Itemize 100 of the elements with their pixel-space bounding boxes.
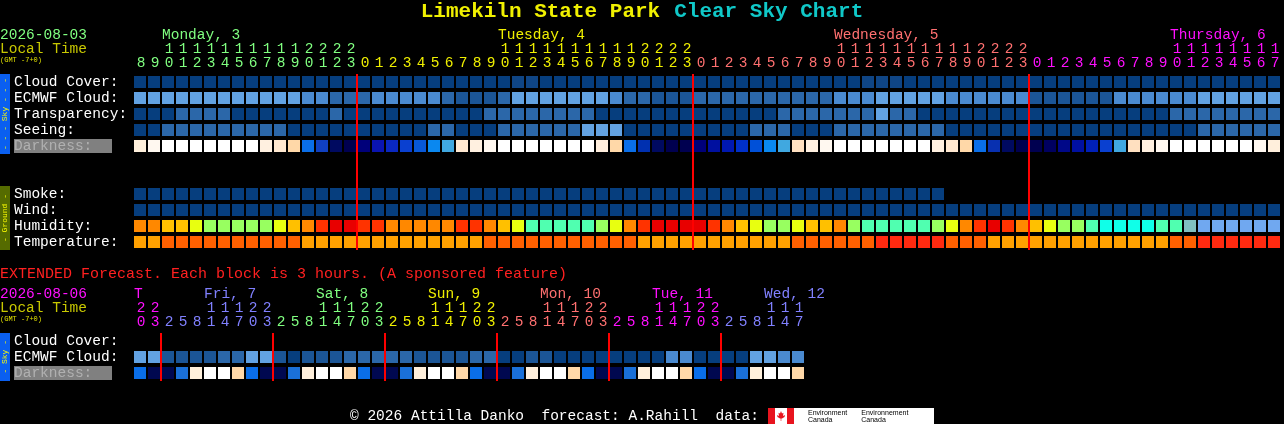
hour-units-digit: 8 (472, 55, 482, 71)
hour-tens-digit: 1 (528, 41, 538, 57)
hour-units-digit: 3 (542, 55, 552, 71)
hour-tens-digit: 2 (640, 41, 650, 57)
location-title: Limekiln State Park (420, 0, 661, 24)
hour-units-digit: 1 (206, 314, 216, 330)
hour-units-digit: 8 (808, 55, 818, 71)
day-label: Wed, 12 (764, 287, 825, 301)
hour-tens-digit: 1 (626, 41, 636, 57)
hour-tens-digit: 1 (570, 41, 580, 57)
hour-units-digit: 8 (416, 314, 426, 330)
hour-tens-digit: 1 (878, 41, 888, 57)
hour-tens-digit: 1 (542, 300, 552, 316)
hour-units-digit: 4 (416, 55, 426, 71)
hour-tens-digit: 1 (584, 41, 594, 57)
hour-units-digit: 9 (290, 55, 300, 71)
hour-tens-digit: 2 (374, 300, 384, 316)
hour-tens-digit: 1 (514, 41, 524, 57)
hour-tens-digit: 1 (1228, 41, 1238, 57)
hour-units-digit: 0 (584, 314, 594, 330)
hour-tens-digit: 2 (598, 300, 608, 316)
hour-units-digit: 1 (514, 55, 524, 71)
hour-tens-digit: 1 (1200, 41, 1210, 57)
sidebar-label: - - - Sky - - - (0, 78, 10, 150)
hour-tens-digit: 1 (556, 300, 566, 316)
hour-units-digit: 0 (360, 314, 370, 330)
row-label: Temperature: (14, 234, 119, 250)
hour-tens-digit: 1 (192, 41, 202, 57)
hour-tens-digit: 1 (682, 300, 692, 316)
hour-tens-digit: 1 (262, 41, 272, 57)
hour-units-digit: 8 (304, 314, 314, 330)
hour-tens-digit: 1 (1186, 41, 1196, 57)
hour-units-digit: 8 (528, 314, 538, 330)
hour-units-digit: 5 (514, 314, 524, 330)
hour-units-digit: 4 (444, 314, 454, 330)
hour-tens-digit: 1 (654, 300, 664, 316)
hour-units-digit: 5 (430, 55, 440, 71)
hour-units-digit: 6 (248, 55, 258, 71)
hour-tens-digit: 2 (360, 300, 370, 316)
date-label: 2026-08-06 (0, 287, 88, 301)
hour-units-digit: 0 (696, 55, 706, 71)
hour-units-digit: 5 (402, 314, 412, 330)
hour-units-digit: 4 (668, 314, 678, 330)
hour-tens-digit: 1 (332, 300, 342, 316)
hour-units-digit: 7 (598, 55, 608, 71)
hour-tens-digit: 1 (206, 300, 216, 316)
day-label: Thursday, 6 (1170, 28, 1266, 42)
row-label: Humidity: (14, 218, 93, 234)
hour-tens-digit: 1 (962, 41, 972, 57)
chart-title: Clear Sky Chart (674, 0, 864, 24)
hour-units-digit: 8 (612, 55, 622, 71)
hour-tens-digit: 1 (220, 300, 230, 316)
hour-tens-digit: 1 (1172, 41, 1182, 57)
hour-tens-digit: 1 (570, 300, 580, 316)
hour-tens-digit: 1 (668, 300, 678, 316)
hour-units-digit: 2 (388, 55, 398, 71)
hour-tens-digit: 1 (1256, 41, 1266, 57)
hour-units-digit: 0 (164, 55, 174, 71)
hour-units-digit: 0 (136, 314, 146, 330)
hour-units-digit: 5 (570, 55, 580, 71)
hour-units-digit: 4 (892, 55, 902, 71)
hour-units-digit: 9 (822, 55, 832, 71)
hour-tens-digit: 1 (206, 41, 216, 57)
hour-tens-digit: 2 (710, 300, 720, 316)
hour-units-digit: 9 (486, 55, 496, 71)
hour-units-digit: 2 (724, 55, 734, 71)
row-label: ECMWF Cloud: (14, 90, 119, 106)
hour-tens-digit: 1 (1270, 41, 1280, 57)
hour-units-digit: 1 (766, 314, 776, 330)
hour-tens-digit: 2 (668, 41, 678, 57)
hour-units-digit: 3 (150, 314, 160, 330)
hour-tens-digit: 1 (850, 41, 860, 57)
hour-tens-digit: 2 (990, 41, 1000, 57)
day-label: T (134, 287, 143, 301)
hour-units-digit: 5 (738, 314, 748, 330)
hour-units-digit: 7 (934, 55, 944, 71)
hour-units-digit: 2 (668, 55, 678, 71)
hour-units-digit: 8 (1144, 55, 1154, 71)
hour-units-digit: 4 (1088, 55, 1098, 71)
hour-units-digit: 1 (318, 314, 328, 330)
time-label: Local Time (0, 42, 88, 56)
hour-units-digit: 7 (794, 314, 804, 330)
hour-units-digit: 0 (836, 55, 846, 71)
hour-tens-digit: 1 (178, 41, 188, 57)
hour-units-digit: 5 (178, 314, 188, 330)
hour-units-digit: 8 (136, 55, 146, 71)
hour-tens-digit: 1 (556, 41, 566, 57)
hour-units-digit: 3 (598, 314, 608, 330)
day-label: Wednesday, 5 (834, 28, 939, 42)
hour-units-digit: 9 (150, 55, 160, 71)
hour-units-digit: 0 (304, 55, 314, 71)
hour-tens-digit: 1 (864, 41, 874, 57)
hour-units-digit: 6 (780, 55, 790, 71)
hour-tens-digit: 1 (164, 41, 174, 57)
hour-units-digit: 2 (1060, 55, 1070, 71)
hour-tens-digit: 1 (1242, 41, 1252, 57)
hour-units-digit: 2 (192, 55, 202, 71)
hour-units-digit: 5 (1102, 55, 1112, 71)
hour-tens-digit: 2 (332, 41, 342, 57)
hour-tens-digit: 2 (976, 41, 986, 57)
